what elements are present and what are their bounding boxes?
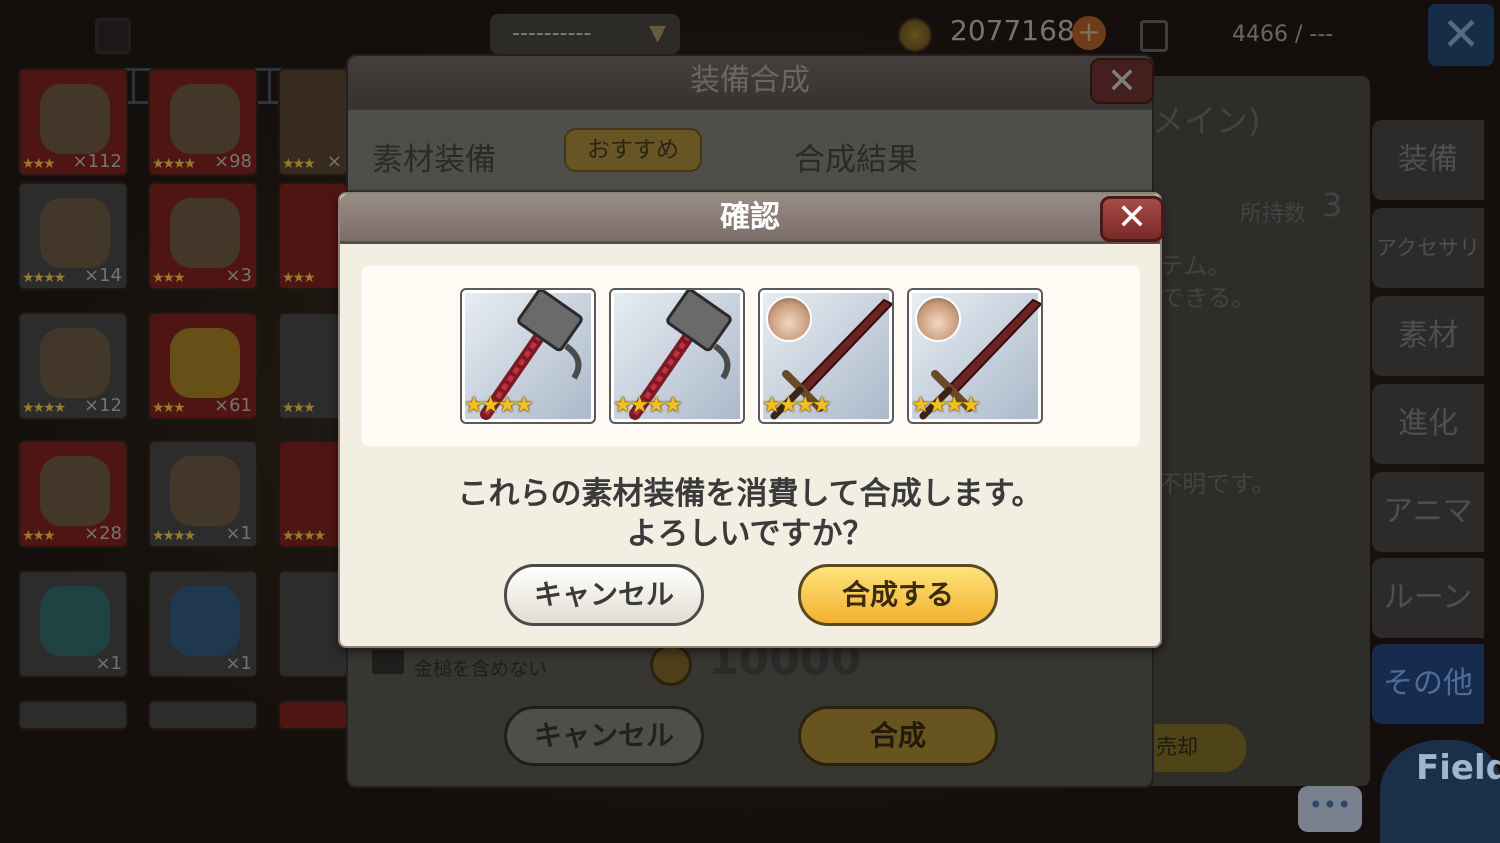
material-item: ★★★★ xyxy=(907,288,1043,424)
confirm-message-line2: よろしいですか？ xyxy=(626,516,874,552)
confirm-dialog: 確認 ✕ ★★★★ ★★★★ ★★★★ ★★★★ これらの素材装備を消費して合成… xyxy=(338,192,1164,648)
confirm-cancel-button[interactable]: キャンセル xyxy=(504,564,704,626)
item-stars: ★★★★ xyxy=(911,393,981,418)
item-stars: ★★★★ xyxy=(613,393,683,418)
material-item: ★★★★ xyxy=(460,288,596,424)
confirm-dialog-title: 確認 xyxy=(340,194,1160,244)
character-portrait-icon xyxy=(766,296,812,342)
material-item: ★★★★ xyxy=(758,288,894,424)
confirm-message-line1: これらの素材装備を消費して合成します。 xyxy=(457,476,1043,512)
material-items-area: ★★★★ ★★★★ ★★★★ ★★★★ xyxy=(362,266,1140,446)
chat-button[interactable]: ••• xyxy=(1298,786,1362,832)
item-stars: ★★★★ xyxy=(762,393,832,418)
field-button[interactable]: Field xyxy=(1416,748,1500,788)
character-portrait-icon xyxy=(915,296,961,342)
confirm-dialog-close-button[interactable]: ✕ xyxy=(1100,196,1164,242)
confirm-synth-button[interactable]: 合成する xyxy=(798,564,998,626)
item-stars: ★★★★ xyxy=(464,393,534,418)
material-item: ★★★★ xyxy=(609,288,745,424)
